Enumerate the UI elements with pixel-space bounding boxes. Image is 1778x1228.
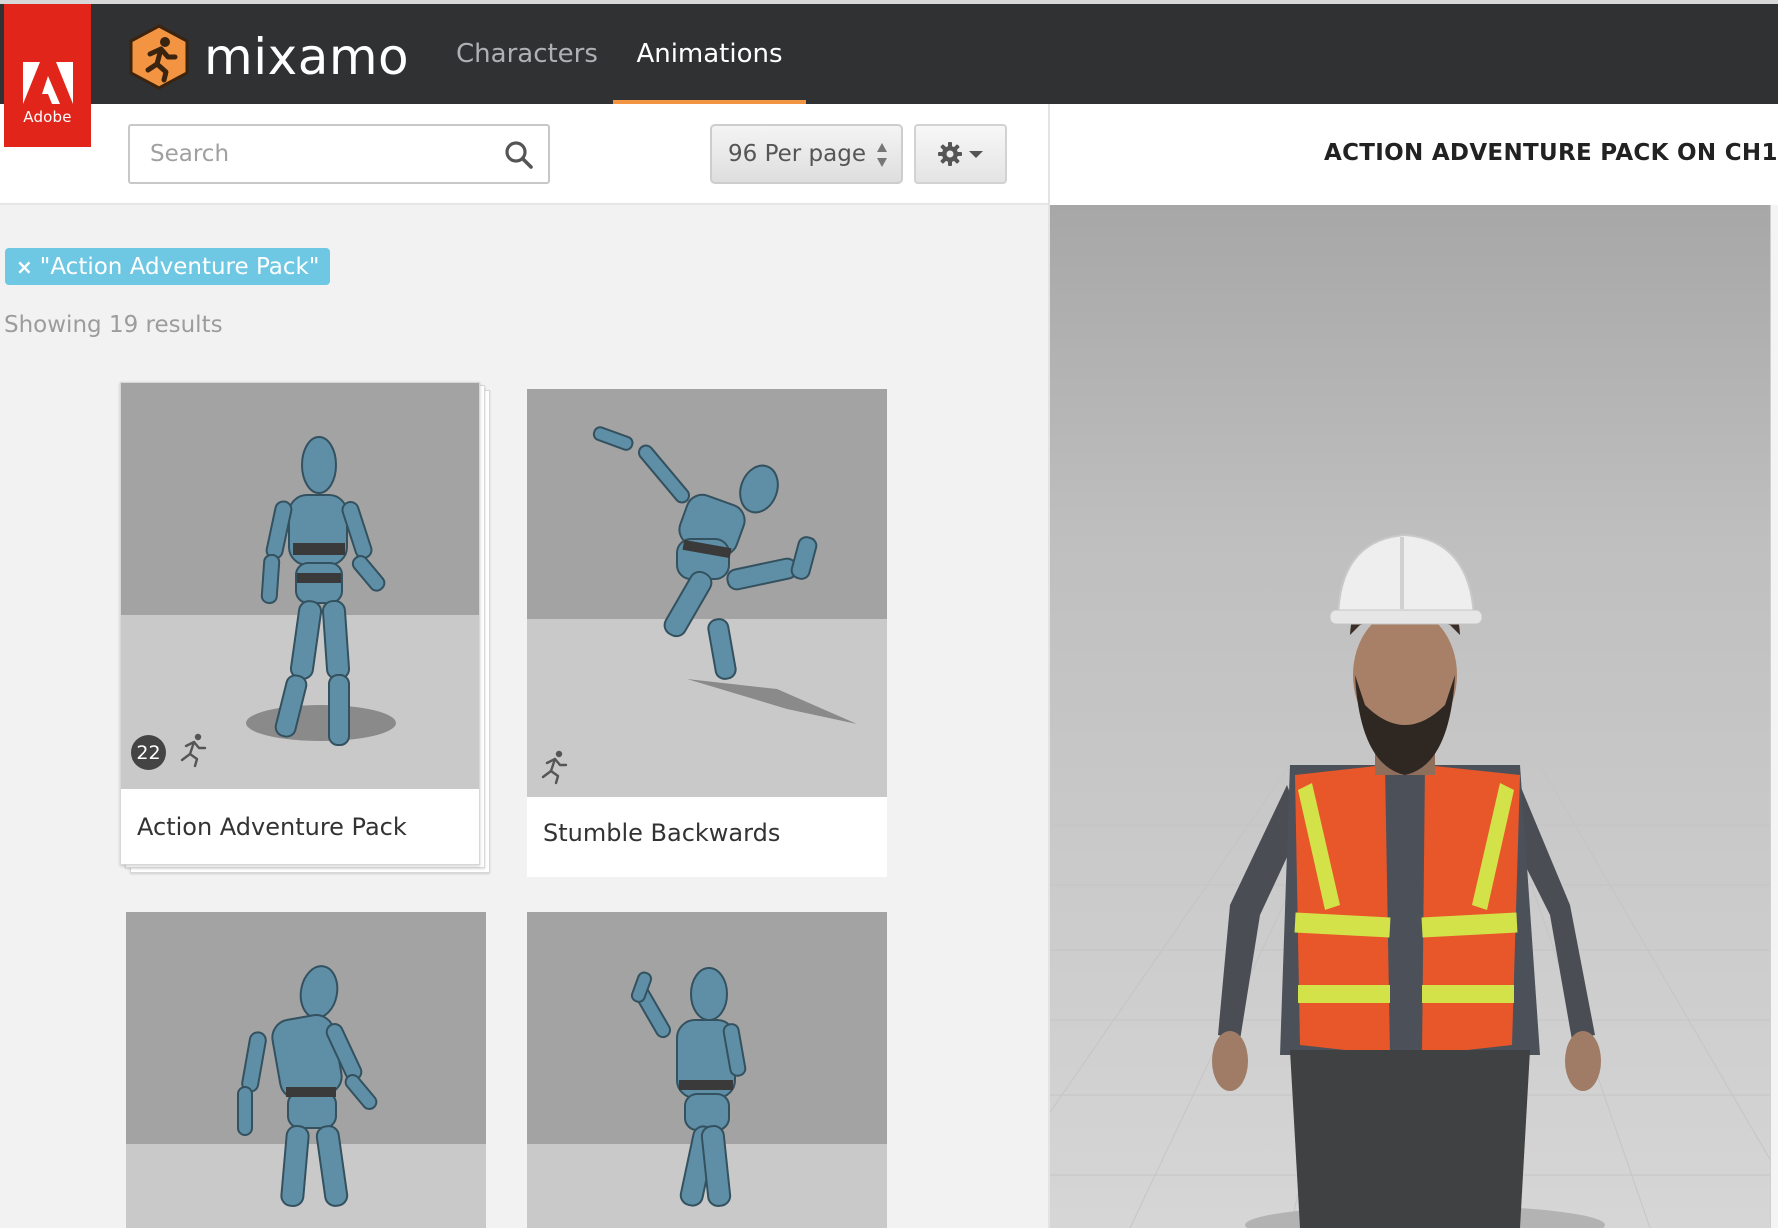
running-figure-icon [541,750,568,785]
animation-card-pack[interactable]: 22 Action Adventure Pack [120,382,480,865]
pack-count-badge: 22 [131,735,166,770]
library-toolbar: 96 Per page [0,104,1048,205]
adobe-badge[interactable]: Adobe [4,4,91,147]
mannequin-pose-image [527,912,887,1228]
card-thumbnail [121,383,479,789]
card-title: Action Adventure Pack [137,813,407,841]
filter-tag-label: "Action Adventure Pack" [39,253,320,280]
tab-animations-label: Animations [636,39,783,69]
viewer-scroll-edge [1770,205,1778,1228]
tab-characters[interactable]: Characters [456,4,598,104]
top-navigation-bar: mixamo Characters Animations [0,0,1778,108]
mixamo-logo[interactable]: mixamo [128,24,409,90]
card-thumbnail [126,912,486,1228]
search-input[interactable] [130,126,490,182]
card-title: Stumble Backwards [543,819,781,847]
search-icon[interactable] [504,140,534,170]
viewer-title: ACTION ADVENTURE PACK ON CH17_NO [1324,140,1778,166]
running-figure-icon [180,733,207,768]
search-field[interactable] [128,124,550,184]
results-count: Showing 19 results [4,312,223,338]
animation-card[interactable] [126,912,486,1228]
card-thumbnail [527,389,887,797]
viewer-header: ACTION ADVENTURE PACK ON CH17_NO [1048,104,1778,205]
animation-card[interactable] [527,912,887,1228]
chevron-down-icon [968,151,983,158]
adobe-logo-icon [22,62,73,104]
character-preview-image [1050,205,1770,1228]
mannequin-pose-image [126,912,486,1228]
animation-card[interactable]: Stumble Backwards [527,389,887,877]
settings-dropdown-button[interactable] [914,124,1007,184]
per-page-value: 96 Per page [728,141,866,167]
results-pane: × "Action Adventure Pack" Showing 19 res… [0,205,1048,1228]
mixamo-hexagon-icon [129,24,189,90]
select-arrows-icon [877,143,887,167]
adobe-label: Adobe [23,108,72,126]
remove-filter-icon[interactable]: × [16,255,33,279]
brand-name: mixamo [204,28,410,86]
tab-animations[interactable]: Animations [613,4,806,108]
tab-characters-label: Characters [456,39,598,69]
3d-preview-viewport[interactable] [1048,205,1770,1228]
mannequin-stumble-image [527,389,887,797]
filter-tag[interactable]: × "Action Adventure Pack" [5,248,331,285]
gear-icon [937,142,962,166]
mannequin-idle-image [121,383,479,789]
card-thumbnail [527,912,887,1228]
per-page-select[interactable]: 96 Per page [710,124,903,184]
